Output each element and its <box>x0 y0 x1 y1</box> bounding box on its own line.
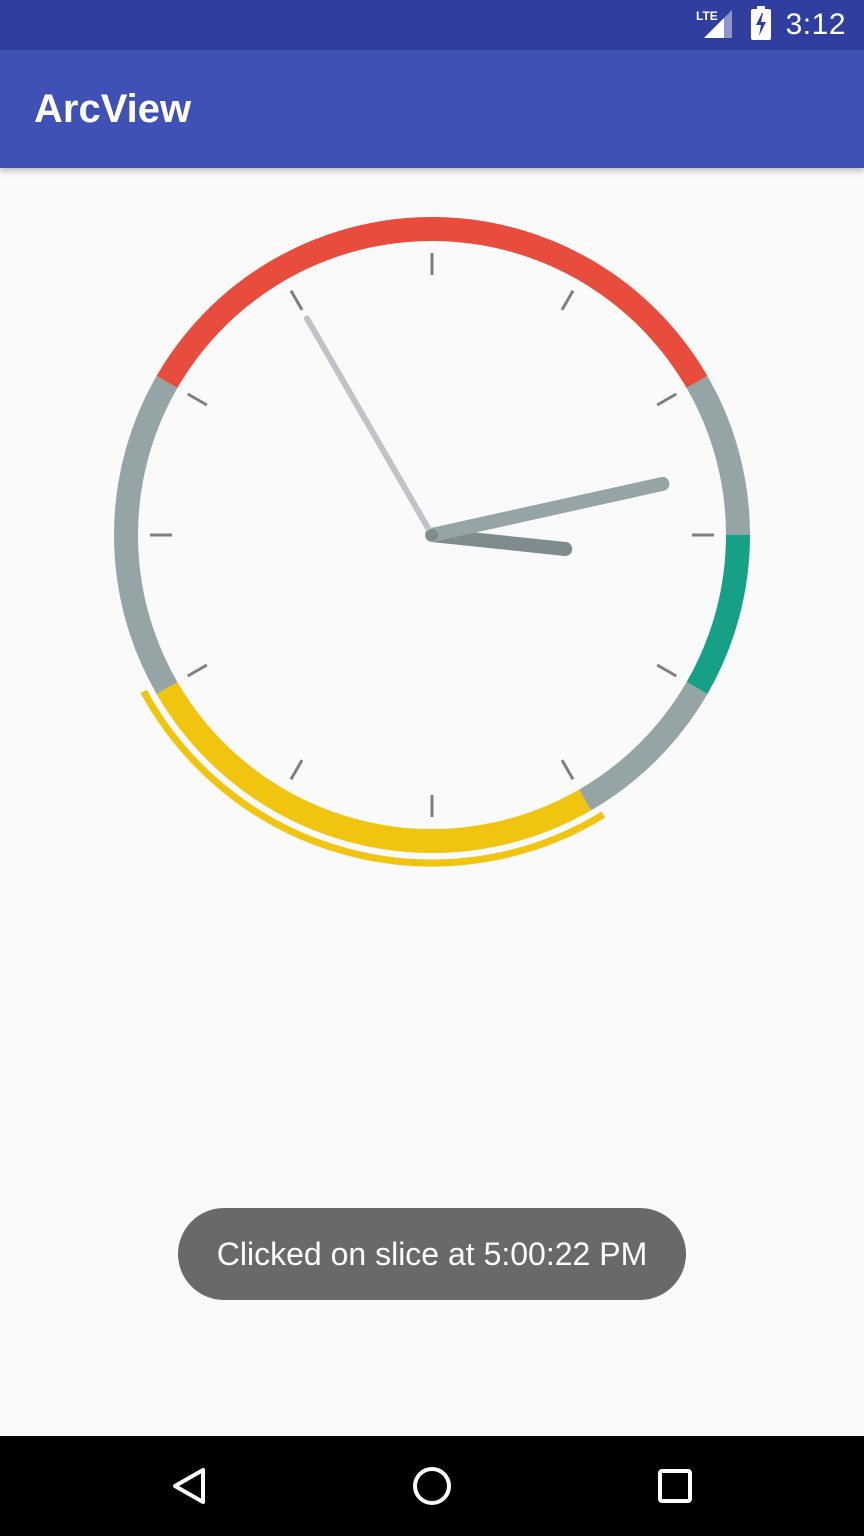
clock-center-pin <box>426 529 438 541</box>
second-hand <box>304 315 435 538</box>
hour-tick-2 <box>656 392 677 407</box>
toast-text: Clicked on slice at 5:00:22 PM <box>216 1235 648 1272</box>
recents-button[interactable] <box>645 1456 705 1516</box>
back-icon <box>173 1468 205 1504</box>
home-icon <box>413 1467 451 1505</box>
clock-slice-2[interactable] <box>686 534 750 694</box>
status-bar: LTE 3:12 <box>0 0 864 50</box>
hour-tick-8 <box>187 663 208 678</box>
clock-slice-4[interactable] <box>156 681 591 853</box>
network-label: LTE <box>696 9 718 23</box>
hour-tick-4 <box>656 663 677 678</box>
hour-tick-7 <box>289 759 304 780</box>
hour-tick-1 <box>560 290 575 311</box>
back-button[interactable] <box>160 1456 220 1516</box>
lte-signal-icon: LTE <box>696 6 736 45</box>
app-bar: ArcView <box>0 50 864 168</box>
status-time: 3:12 <box>785 8 846 41</box>
home-button[interactable] <box>402 1456 462 1516</box>
status-icons: LTE 3:12 <box>696 0 846 50</box>
minute-hand <box>425 476 670 542</box>
app-title: ArcView <box>34 87 192 131</box>
battery-charging-icon <box>750 5 772 45</box>
clock-slice-0[interactable] <box>156 217 708 389</box>
hour-tick-11 <box>289 290 304 311</box>
hour-tick-10 <box>187 392 208 407</box>
hour-tick-5 <box>560 759 575 780</box>
recents-icon <box>658 1469 692 1503</box>
clock-view[interactable] <box>0 168 864 908</box>
toast: Clicked on slice at 5:00:22 PM <box>178 1208 686 1300</box>
clock-slice-1[interactable] <box>686 376 750 536</box>
arc-clock[interactable] <box>0 168 864 908</box>
clock-slice-3[interactable] <box>578 681 708 811</box>
navigation-bar <box>0 1436 864 1536</box>
